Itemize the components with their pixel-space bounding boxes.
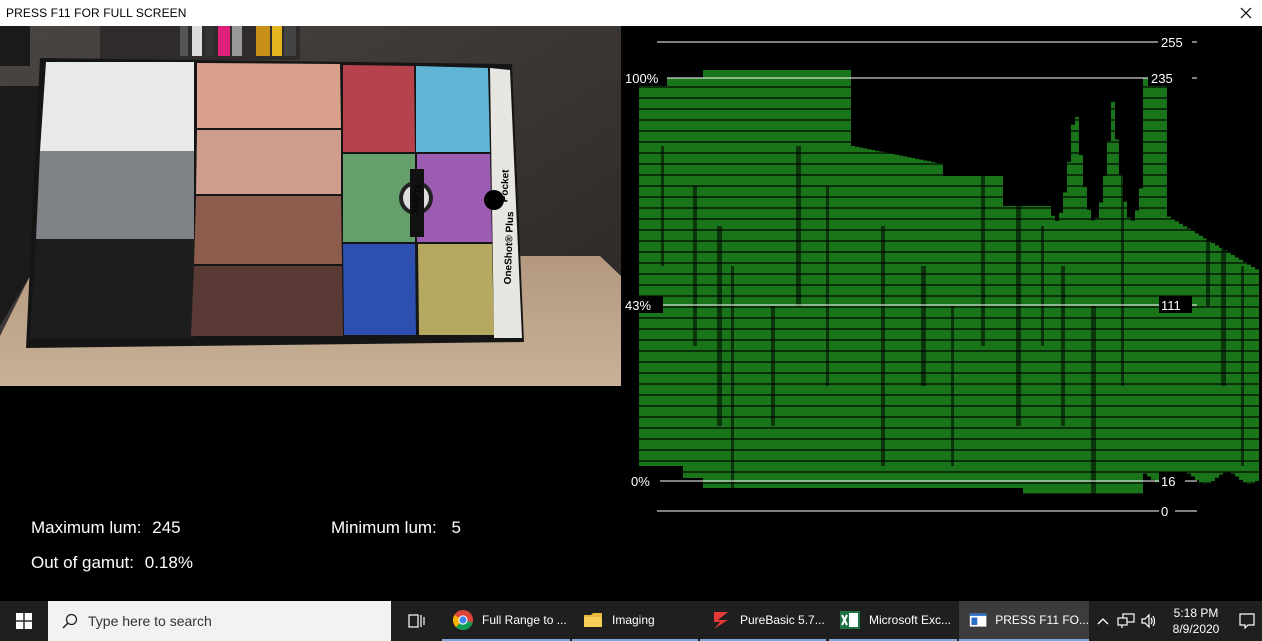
chrome-icon: [453, 610, 473, 630]
close-icon: [1240, 7, 1252, 19]
window-title: PRESS F11 FOR FULL SCREEN: [6, 6, 187, 20]
clock-time: 5:18 PM: [1173, 606, 1219, 620]
taskbar-app-current[interactable]: PRESS F11 FO...: [959, 601, 1089, 641]
excel-label: Microsoft Exc...: [869, 613, 952, 627]
chrome-label: Full Range to ...: [482, 613, 567, 627]
start-button[interactable]: [0, 601, 48, 641]
excel-icon: [840, 611, 860, 629]
notification-icon: [1239, 613, 1255, 629]
max-lum-value: 245: [152, 518, 181, 537]
title-bar: PRESS F11 FOR FULL SCREEN: [0, 0, 1262, 26]
taskbar: Type here to search Full Range to ... Im…: [0, 601, 1262, 641]
search-icon: [62, 613, 78, 629]
windows-icon: [16, 613, 32, 629]
taskbar-app-purebasic[interactable]: PureBasic 5.7...: [700, 601, 826, 641]
current-app-label: PRESS F11 FO...: [995, 613, 1089, 627]
max-lum-row: Maximum lum: 245: [31, 518, 181, 538]
taskbar-app-explorer[interactable]: Imaging: [572, 601, 698, 641]
network-button[interactable]: [1114, 601, 1138, 641]
main-area: SMPTE Pocket OneShot® Plus Maximum lum: …: [0, 26, 1262, 601]
tray-overflow-button[interactable]: [1094, 601, 1112, 641]
max-lum-label: Maximum lum:: [31, 518, 142, 537]
chevron-up-icon: [1097, 618, 1109, 625]
camera-image: SMPTE Pocket OneShot® Plus: [0, 26, 621, 386]
gamut-row: Out of gamut: 0.18%: [31, 553, 193, 573]
camera-preview: SMPTE Pocket OneShot® Plus: [0, 26, 621, 386]
label-0: 0: [1161, 504, 1168, 519]
volume-button[interactable]: [1138, 601, 1160, 641]
taskbar-app-excel[interactable]: Microsoft Exc...: [829, 601, 957, 641]
taskbar-app-chrome[interactable]: Full Range to ...: [442, 601, 570, 641]
explorer-label: Imaging: [612, 613, 655, 627]
search-placeholder: Type here to search: [88, 613, 212, 629]
chart-pocket-label: Pocket: [499, 169, 511, 203]
gamut-value: 0.18%: [144, 553, 193, 572]
waveform-trace: [639, 70, 1259, 506]
network-icon: [1117, 613, 1135, 628]
close-button[interactable]: [1230, 0, 1262, 26]
clock[interactable]: 5:18 PM 8/9/2020: [1160, 605, 1232, 637]
purebasic-label: PureBasic 5.7...: [740, 613, 825, 627]
min-lum-row: Minimum lum: 5: [331, 518, 461, 538]
waveform-scope: 100% 43% 0% 255 235 111 16 0: [623, 33, 1259, 519]
gamut-label: Out of gamut:: [31, 553, 134, 572]
label-0pct: 0%: [631, 474, 650, 489]
clock-date: 8/9/2020: [1172, 622, 1220, 636]
task-view-button[interactable]: [398, 601, 436, 641]
speaker-icon: [1141, 613, 1156, 629]
label-235: 235: [1151, 71, 1173, 86]
label-43pct: 43%: [625, 298, 651, 313]
purebasic-icon: [714, 612, 728, 629]
label-16: 16: [1161, 474, 1175, 489]
label-255: 255: [1161, 35, 1183, 50]
notifications-button[interactable]: [1234, 601, 1260, 641]
window-app-icon: [969, 613, 987, 627]
min-lum-value: 5: [451, 518, 461, 537]
folder-icon: [584, 613, 602, 627]
task-view-icon: [408, 614, 425, 628]
label-111: 111: [1161, 298, 1181, 313]
min-lum-label: Minimum lum:: [331, 518, 437, 537]
label-100pct: 100%: [625, 71, 659, 86]
search-box[interactable]: Type here to search: [48, 601, 391, 641]
